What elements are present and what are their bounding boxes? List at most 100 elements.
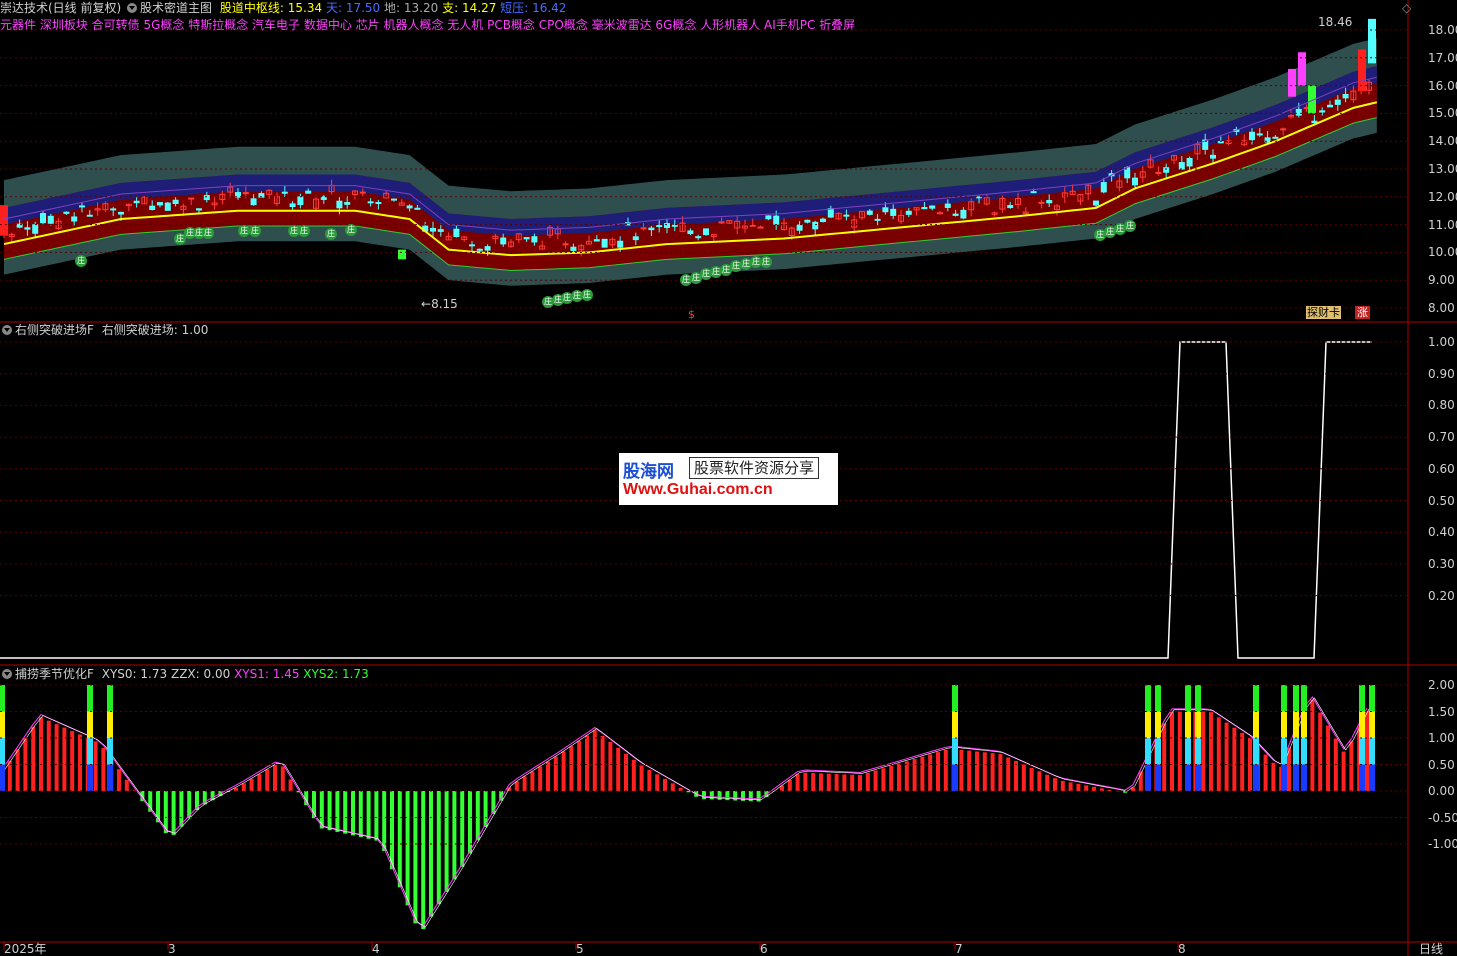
oscillator-bar [1053,778,1057,791]
diamond-icon[interactable]: ◇ [1402,1,1411,15]
panel3-dropdown-icon[interactable] [2,669,12,679]
oscillator-bar [1318,712,1323,791]
signal-stack-bar [1281,764,1287,791]
oscillator-bar [1365,710,1369,791]
panel2-y-tick: 0.70 [1428,430,1455,445]
tag-buy: 探财卡 [1306,306,1341,319]
oscillator-bar [990,753,995,791]
oscillator-bar [1271,762,1276,791]
signal-stack-bar [1359,764,1365,791]
signal-stack-bar [1145,764,1151,791]
candle-body [749,224,756,227]
candle-body [172,199,179,205]
candle-body [336,200,343,209]
signal-stack-bar [1185,711,1191,738]
oscillator-bar [413,791,418,924]
oscillator-bar [928,754,933,791]
oscillator-bar [429,791,433,917]
oscillator-bar [811,773,816,791]
candle-body [1342,93,1349,99]
oscillator-bar [725,791,730,801]
candle-body [757,226,764,229]
candle-body [344,202,351,205]
oscillator-bar [1076,783,1081,791]
xys2-value: 1.73 [341,667,369,681]
oscillator-bar [592,730,597,791]
signal-stack-bar [1359,711,1365,738]
oscillator-bar [1177,711,1182,791]
oscillator-bar [1341,751,1346,791]
oscillator-bar [709,791,714,800]
candle-body [1334,99,1341,105]
x-axis-label: 7 [955,942,963,956]
signal-stack-bar [87,685,93,712]
candle-body [812,221,819,230]
signal-stack-bar [107,738,113,765]
candle-body [250,198,257,206]
oscillator-bar [7,760,12,791]
oscillator-bar [93,741,98,791]
panel2-dropdown-icon[interactable] [2,325,12,335]
candle-body [827,208,834,218]
oscillator-bar [1029,767,1034,791]
zhuang-marker: 庄 [249,225,261,237]
signal-stack-bar [1301,738,1307,765]
x-axis-label: 8 [1178,942,1186,956]
candle-body-large [1368,18,1376,64]
candle-body [110,208,117,211]
candle-body [406,205,413,209]
oscillator-bar [842,774,847,791]
oscillator-bar [1060,780,1065,791]
candle-body [1319,110,1326,113]
candle-body [617,240,624,248]
oscillator-bar [1037,771,1042,791]
candle-body [687,230,694,234]
signal-stack-bar [87,764,93,791]
panel2-name[interactable]: 右侧突破进场F [15,323,94,337]
panel3-histogram [0,685,1375,930]
signal-stack-bar [1301,711,1307,738]
oscillator-bar [717,791,722,800]
candle-body [640,227,647,230]
candle-body [937,212,943,215]
x-axis-label: 3 [168,942,176,956]
signal-stack-bar [1145,685,1151,712]
signal-stack-bar [1155,738,1161,765]
candle-body [656,225,663,228]
candle-body [648,227,655,231]
oscillator-bar [670,783,675,791]
candle-body [952,213,959,216]
signal-stack-bar [1155,711,1161,738]
candle-body [843,214,850,217]
zzx-value: 0.00 [203,667,231,681]
oscillator-bar [514,781,519,791]
panel2-y-tick: 0.30 [1428,556,1455,571]
oscillator-bar [54,724,59,791]
period-label[interactable]: 日线 [1419,942,1443,956]
oscillator-bar [460,791,465,867]
oscillator-bar [569,746,574,791]
zhuang-marker: 庄 [298,225,310,237]
oscillator-bar [936,752,940,791]
candle-body [1046,200,1053,204]
oscillator-bar [452,791,457,880]
oscillator-bar [998,754,1003,791]
oscillator-bar [702,791,706,800]
oscillator-bar [819,773,823,791]
panel2-y-tick: 0.60 [1428,461,1455,476]
candle-body [118,211,124,215]
candle-body [79,205,85,208]
signal-stack-bar [1195,738,1201,765]
panel3-y-tick: 0.50 [1428,757,1455,772]
signal-stack-bar [107,685,113,712]
panel3-header: 捕捞季节优化F XYS0: 1.73 ZZX: 0.00 XYS1: 1.45 … [0,666,369,682]
oscillator-bar [124,779,129,791]
panel3-name[interactable]: 捕捞季节优化F [15,667,94,681]
signal-stack-bar [1281,711,1287,738]
oscillator-bar [390,791,394,870]
oscillator-bar [920,756,925,791]
oscillator-bar [1014,760,1018,791]
signal-stack-bar [1253,764,1259,791]
candle-body [469,244,475,247]
signal-stack-bar [1293,764,1299,791]
